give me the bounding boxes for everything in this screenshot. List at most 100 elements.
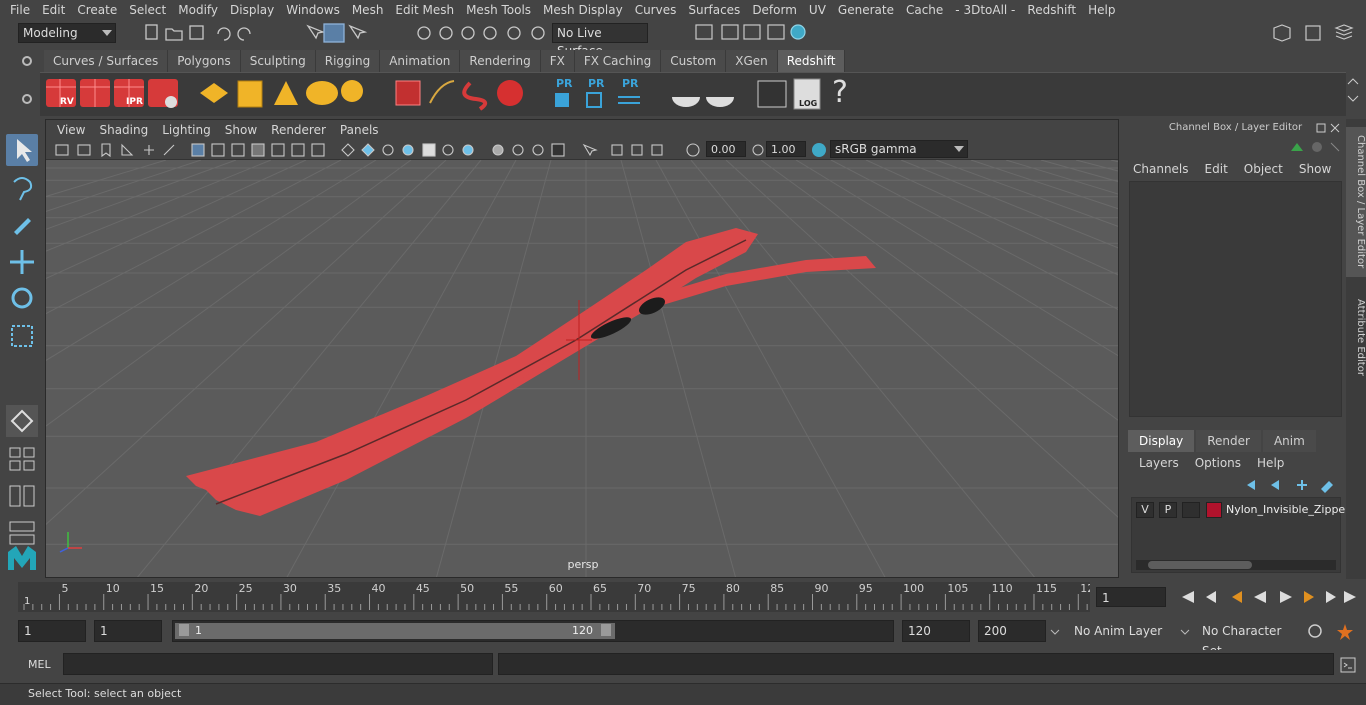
menu-generate[interactable]: Generate	[832, 0, 900, 20]
channel-menu-channels[interactable]: Channels	[1125, 159, 1197, 179]
scene-end-field[interactable]: 200	[978, 620, 1046, 642]
menu-help[interactable]: Help	[1082, 0, 1121, 20]
menu-modify[interactable]: Modify	[172, 0, 224, 20]
shelf-tab-rendering[interactable]: Rendering	[460, 50, 541, 72]
menu-uv[interactable]: UV	[803, 0, 832, 20]
mode-dropdown[interactable]: Modeling	[18, 23, 116, 43]
mel-input[interactable]	[63, 653, 493, 675]
layer-menu-help[interactable]: Help	[1249, 453, 1292, 473]
color-management-icon[interactable]	[810, 141, 828, 159]
gamma-field[interactable]: 1.00	[766, 141, 806, 157]
playback-buttons[interactable]	[1176, 587, 1360, 607]
chevron-down-icon[interactable]	[1050, 626, 1060, 636]
shelf-tab-xgen[interactable]: XGen	[726, 50, 778, 72]
side-tab-channel-box[interactable]: Channel Box / Layer Editor	[1346, 127, 1366, 277]
channel-menu-show[interactable]: Show	[1291, 159, 1339, 179]
auto-key-icon[interactable]	[1306, 622, 1324, 640]
layer-row[interactable]: V P Nylon_Invisible_Zipper	[1132, 498, 1350, 522]
shelf-gear-icon[interactable]	[20, 92, 34, 106]
menu-display[interactable]: Display	[224, 0, 280, 20]
menu-curves[interactable]: Curves	[629, 0, 683, 20]
paint-tool-button[interactable]	[6, 208, 38, 240]
shelf-help-label[interactable]: ?	[832, 75, 848, 110]
layout-two-button[interactable]	[6, 480, 38, 512]
animation-prefs-icon[interactable]	[1336, 622, 1354, 640]
last-tool-button[interactable]	[6, 405, 38, 437]
layer-visibility-toggle[interactable]: V	[1136, 502, 1154, 518]
layer-tab-anim[interactable]: Anim	[1262, 430, 1316, 452]
menu-3dtoall[interactable]: - 3DtoAll -	[949, 0, 1021, 20]
channel-list-area[interactable]	[1129, 181, 1342, 417]
live-surface-field[interactable]: No Live Surface	[552, 23, 648, 58]
shelf-tab-fx[interactable]: FX	[540, 50, 575, 72]
range-slider[interactable]: 1 120	[172, 620, 894, 642]
shelf-tab-polygons[interactable]: Polygons	[168, 50, 241, 72]
viewport-menu-lighting[interactable]: Lighting	[155, 123, 218, 137]
panel-float-close-icons[interactable]	[1315, 121, 1343, 135]
channel-box-option-icons[interactable]	[1287, 139, 1343, 155]
channel-menu-edit[interactable]: Edit	[1197, 159, 1236, 179]
select-tool-button[interactable]	[6, 134, 38, 166]
menu-edit-mesh[interactable]: Edit Mesh	[389, 0, 460, 20]
layer-list-scrollbar[interactable]	[1136, 560, 1336, 570]
move-tool-button[interactable]	[6, 246, 38, 278]
shelf-tab-redshift[interactable]: Redshift	[777, 50, 846, 72]
scene-start-field[interactable]: 1	[18, 620, 86, 642]
viewport-persp[interactable]: View Shading Lighting Show Renderer Panels	[45, 119, 1119, 578]
menu-deform[interactable]: Deform	[746, 0, 803, 20]
menu-mesh-display[interactable]: Mesh Display	[537, 0, 629, 20]
side-tab-attribute-editor[interactable]: Attribute Editor	[1346, 287, 1366, 387]
menu-redshift[interactable]: Redshift	[1021, 0, 1082, 20]
scene-view[interactable]	[46, 160, 1119, 578]
viewport-menu-shading[interactable]: Shading	[92, 123, 155, 137]
layer-tab-render[interactable]: Render	[1196, 430, 1261, 452]
current-frame-field[interactable]: 1	[1096, 587, 1166, 607]
range-handle-left[interactable]	[179, 624, 189, 636]
lasso-tool-button[interactable]	[6, 172, 38, 204]
playback-start-field[interactable]: 1	[94, 620, 162, 642]
range-handle-right[interactable]	[601, 624, 611, 636]
shelf-tab-animation[interactable]: Animation	[380, 50, 461, 72]
layer-menu-options[interactable]: Options	[1187, 453, 1249, 473]
menu-surfaces[interactable]: Surfaces	[682, 0, 746, 20]
color-space-dropdown[interactable]: sRGB gamma	[830, 140, 968, 158]
menu-cache[interactable]: Cache	[900, 0, 949, 20]
shelf-tab-custom[interactable]: Custom	[661, 50, 727, 72]
shelf-tab-rigging[interactable]: Rigging	[315, 50, 381, 72]
time-slider[interactable]: 5 10 15 20 25 30 35 40 45 50 55 60 65 70 75 80 85 90 95 100…	[18, 582, 1090, 612]
script-editor-icon[interactable]	[1340, 657, 1356, 673]
channel-menu-object[interactable]: Object	[1236, 159, 1291, 179]
viewport-menu-view[interactable]: View	[50, 123, 92, 137]
menu-mesh-tools[interactable]: Mesh Tools	[460, 0, 537, 20]
menu-edit[interactable]: Edit	[36, 0, 71, 20]
shelf-tab-curves-surfaces[interactable]: Curves / Surfaces	[44, 50, 169, 72]
playback-end-field[interactable]: 120	[902, 620, 970, 642]
layout-four-button[interactable]	[6, 442, 38, 474]
shelf-scroll-icon[interactable]	[1346, 76, 1360, 110]
shelf-options-icon[interactable]	[20, 54, 34, 68]
menu-select[interactable]: Select	[123, 0, 172, 20]
menu-windows[interactable]: Windows	[280, 0, 346, 20]
chevron-down-icon[interactable]	[1180, 626, 1190, 636]
anim-layer-field[interactable]: No Anim Layer	[1068, 620, 1180, 642]
shelf-tab-sculpting[interactable]: Sculpting	[240, 50, 316, 72]
viewport-menu-panels[interactable]: Panels	[333, 123, 386, 137]
scrollbar-thumb[interactable]	[1148, 561, 1252, 569]
rotate-tool-button[interactable]	[6, 282, 38, 314]
layer-color-swatch[interactable]	[1206, 502, 1222, 518]
menu-mesh[interactable]: Mesh	[346, 0, 390, 20]
menu-file[interactable]: File	[4, 0, 36, 20]
viewport-menu-show[interactable]: Show	[218, 123, 264, 137]
layer-action-icons[interactable]	[1243, 477, 1339, 493]
scale-tool-button[interactable]	[6, 320, 38, 352]
layer-tab-display[interactable]: Display	[1128, 430, 1195, 452]
range-slider-handle[interactable]: 1 120	[175, 623, 615, 639]
menu-create[interactable]: Create	[71, 0, 123, 20]
layer-playback-toggle[interactable]: P	[1159, 502, 1177, 518]
character-set-field[interactable]: No Character Set	[1196, 620, 1300, 658]
layer-display-type-toggle[interactable]	[1182, 502, 1200, 518]
exposure-field[interactable]: 0.00	[706, 141, 746, 157]
shelf-tab-fx-caching[interactable]: FX Caching	[574, 50, 662, 72]
layer-menu-layers[interactable]: Layers	[1131, 453, 1187, 473]
layer-name[interactable]: Nylon_Invisible_Zipper	[1226, 503, 1350, 516]
